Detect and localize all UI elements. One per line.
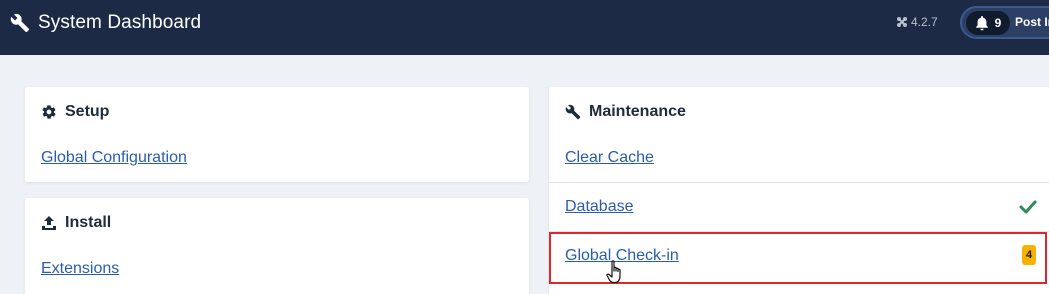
setup-card: Setup Global Configuration [25,87,529,182]
row-divider [549,231,1049,232]
gear-icon [41,104,65,120]
install-card-title: Install [41,213,111,233]
install-title-text: Install [65,214,112,231]
bell-icon [975,15,989,31]
setup-title-text: Setup [65,103,110,120]
top-header: System Dashboard 4.2.7 9 Post In [0,0,1049,55]
global-check-in-link[interactable]: Global Check-in [565,247,679,265]
wrench-icon [565,104,589,120]
maintenance-title-text: Maintenance [589,103,686,120]
database-link[interactable]: Database [565,198,634,216]
upload-icon [41,215,65,231]
notifications-button[interactable]: 9 Post In [960,6,1049,39]
wrench-icon [10,13,30,33]
page-title: System Dashboard [38,11,202,33]
clear-cache-link[interactable]: Clear Cache [565,149,654,167]
extensions-link[interactable]: Extensions [41,260,119,278]
checkin-count-badge: 4 [1022,245,1036,265]
version-text: 4.2.7 [911,15,938,29]
joomla-icon [896,16,911,28]
setup-card-title: Setup [41,102,109,122]
version-indicator: 4.2.7 [896,14,938,30]
maintenance-card-title: Maintenance [565,102,686,122]
install-card: Install Extensions [25,198,529,294]
notifications-badge[interactable]: 9 [966,11,1010,35]
header-title-group: System Dashboard [10,0,201,45]
row-divider [549,182,1049,183]
maintenance-card: Maintenance Clear Cache Database Global … [549,87,1049,294]
notifications-count: 9 [994,16,1002,30]
check-icon [1019,200,1037,214]
post-installation-label[interactable]: Post In [1015,15,1049,29]
global-configuration-link[interactable]: Global Configuration [41,149,187,167]
